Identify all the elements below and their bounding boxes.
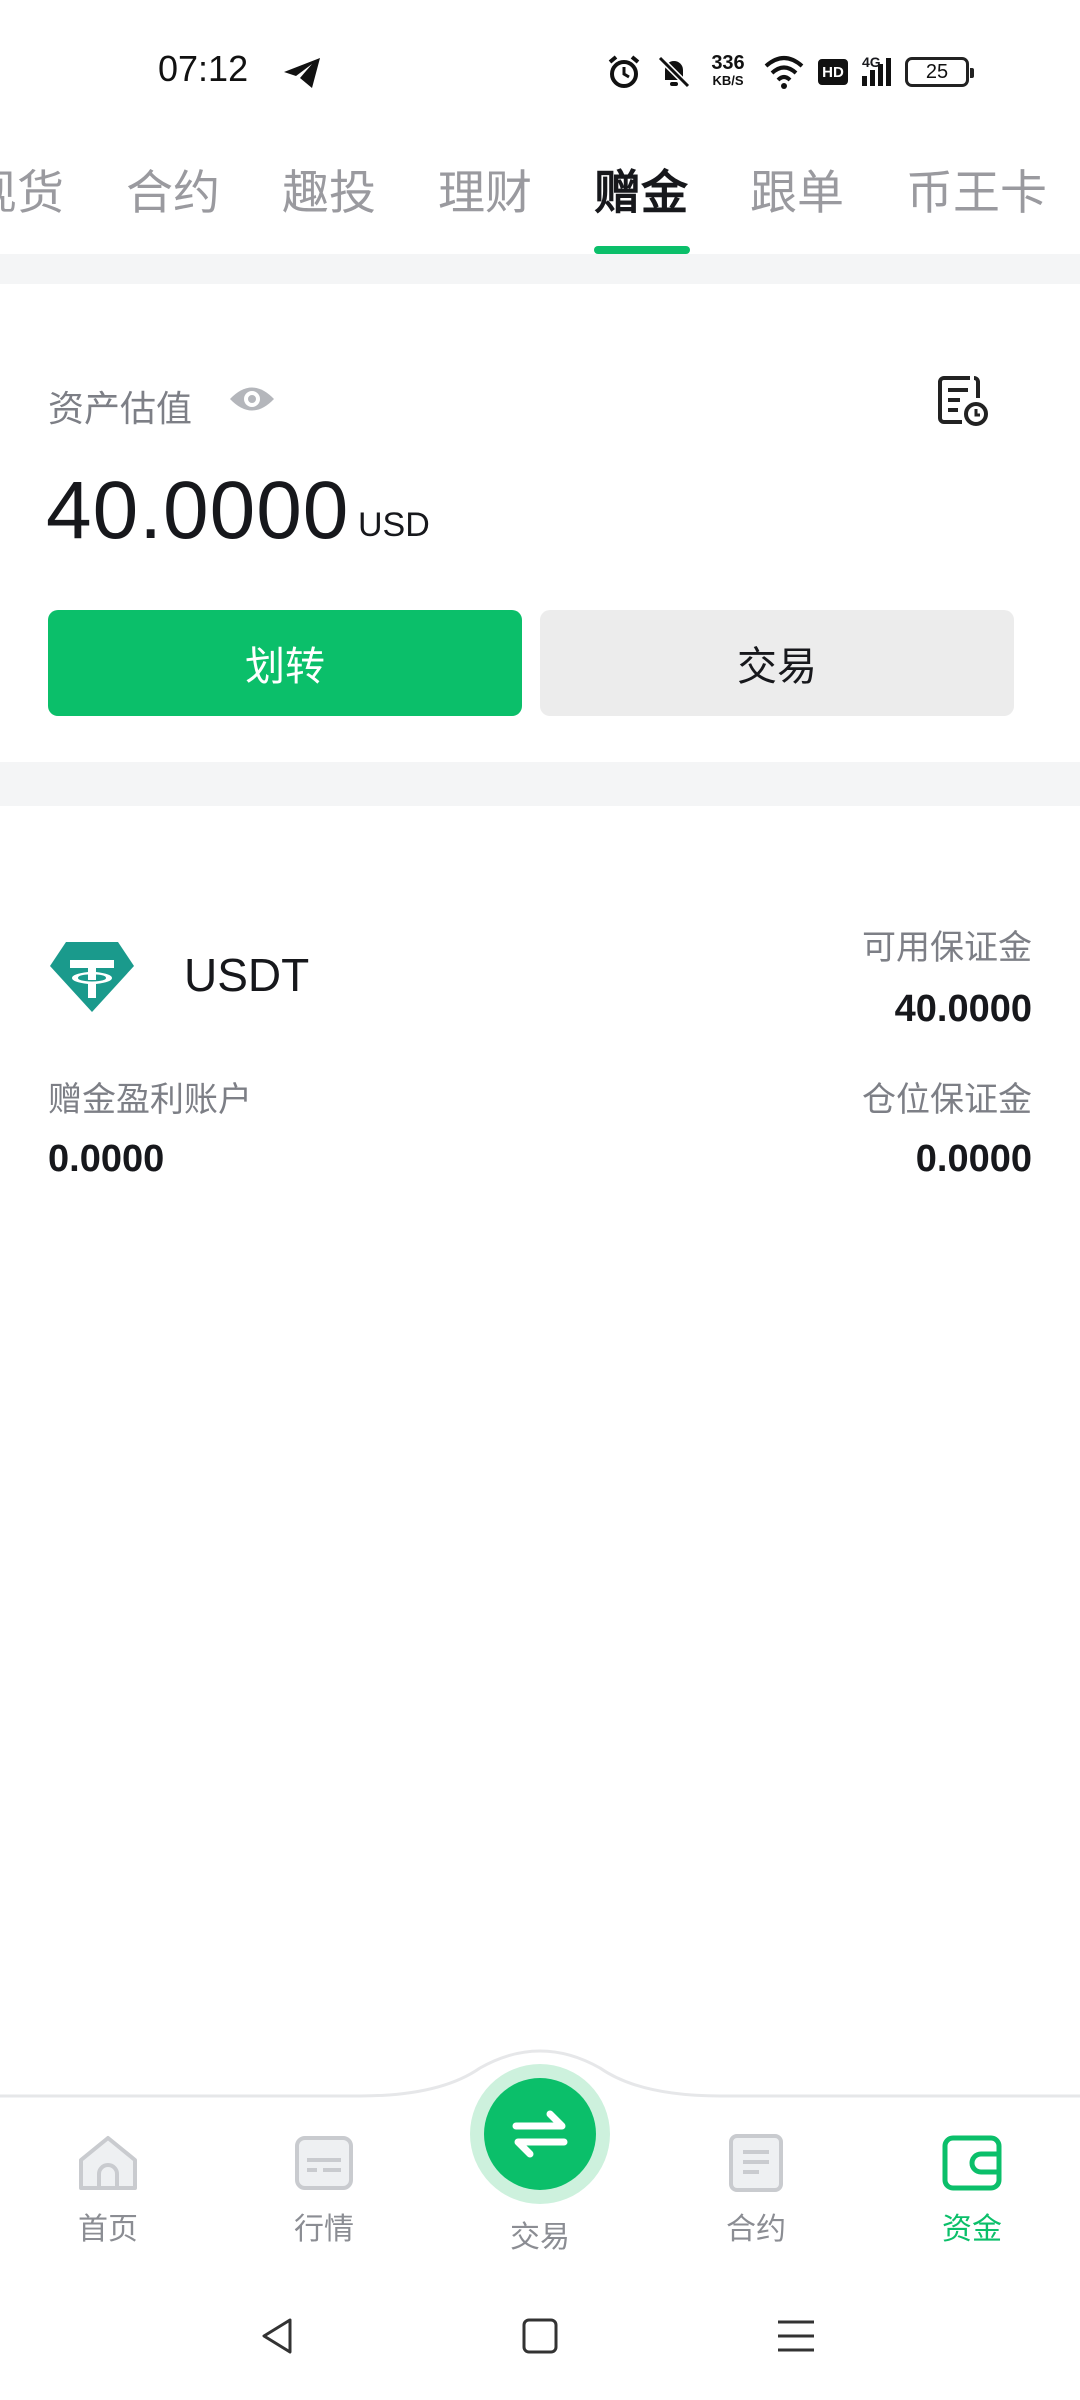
trade-button[interactable]: 交易 [540, 610, 1014, 716]
tab-fun-invest[interactable]: 趣投 [282, 154, 376, 223]
profit-account-label: 赠金盈利账户 [48, 1080, 252, 1120]
coin-name: USDT [184, 949, 310, 1001]
status-bar: 07:12 336 KB/S HD 4G 25 [0, 0, 1080, 140]
nav-futures[interactable]: 合约 [696, 2130, 816, 2248]
signal-icon: 4G [862, 54, 891, 86]
tab-coin-king-card[interactable]: 币王卡 [906, 154, 1047, 223]
swap-arrows-icon [512, 2110, 568, 2158]
home-icon [79, 2136, 137, 2190]
battery-level: 25 [925, 60, 949, 83]
mute-bell-icon [657, 55, 691, 89]
usdt-icon [50, 942, 134, 1012]
history-record-icon[interactable] [934, 372, 990, 428]
asset-value: 40.0000 [46, 465, 350, 556]
nav-trade-label: 交易 [510, 2220, 570, 2255]
position-margin-label: 仓位保证金 [862, 1080, 1032, 1120]
trade-center-inner [484, 2078, 596, 2190]
asset-card: 资产估值 40.0000 USD 划转 交易 [0, 284, 1080, 762]
eye-icon[interactable] [228, 382, 276, 416]
tab-bonus[interactable]: 赠金 [594, 154, 688, 223]
nav-market-label: 行情 [294, 2212, 354, 2247]
tabs-divider [0, 254, 1080, 284]
asset-valuation-label: 资产估值 [48, 389, 193, 430]
asset-unit: USD [358, 506, 430, 544]
network-speed-value: 336 [711, 52, 745, 74]
tab-copy-trading[interactable]: 跟单 [750, 154, 844, 223]
signal-type: 4G [862, 54, 881, 70]
profit-account-value: 0.0000 [48, 1138, 165, 1180]
telegram-icon [284, 58, 320, 88]
network-speed-unit: KB/S [712, 73, 744, 88]
tab-futures[interactable]: 合约 [126, 154, 220, 223]
alarm-icon [608, 55, 640, 88]
menu-icon[interactable] [774, 2314, 818, 2358]
wallet-icon [942, 2135, 1002, 2191]
nav-assets-label: 资金 [942, 2212, 1002, 2247]
available-margin-label: 可用保证金 [862, 928, 1032, 968]
active-tab-indicator [594, 246, 690, 254]
back-icon[interactable] [256, 2314, 300, 2358]
hd-badge: HD [818, 59, 848, 85]
nav-home-label: 首页 [78, 2212, 138, 2247]
category-tabs: 现货 合约 趣投 理财 赠金 跟单 币王卡 [0, 140, 1080, 254]
market-icon [295, 2136, 353, 2190]
transfer-button[interactable]: 划转 [48, 610, 522, 716]
tab-spot[interactable]: 现货 [0, 154, 64, 223]
status-icons: 336 KB/S HD 4G 25 [606, 50, 974, 94]
nav-assets[interactable]: 资金 [912, 2130, 1032, 2248]
status-time: 07:12 [158, 48, 249, 89]
tab-earn[interactable]: 理财 [438, 154, 532, 223]
network-speed: 336 KB/S [706, 52, 750, 89]
battery-icon: 25 [905, 57, 974, 87]
nav-home[interactable]: 首页 [48, 2130, 168, 2248]
nav-futures-label: 合约 [726, 2212, 786, 2247]
position-margin-value: 0.0000 [915, 1138, 1032, 1180]
available-margin-value: 40.0000 [894, 988, 1032, 1030]
wifi-icon [764, 56, 804, 89]
nav-market[interactable]: 行情 [264, 2130, 384, 2248]
home-square-icon[interactable] [518, 2314, 562, 2358]
trade-center-button[interactable] [470, 2064, 610, 2204]
futures-icon [729, 2134, 783, 2192]
section-divider [0, 762, 1080, 806]
